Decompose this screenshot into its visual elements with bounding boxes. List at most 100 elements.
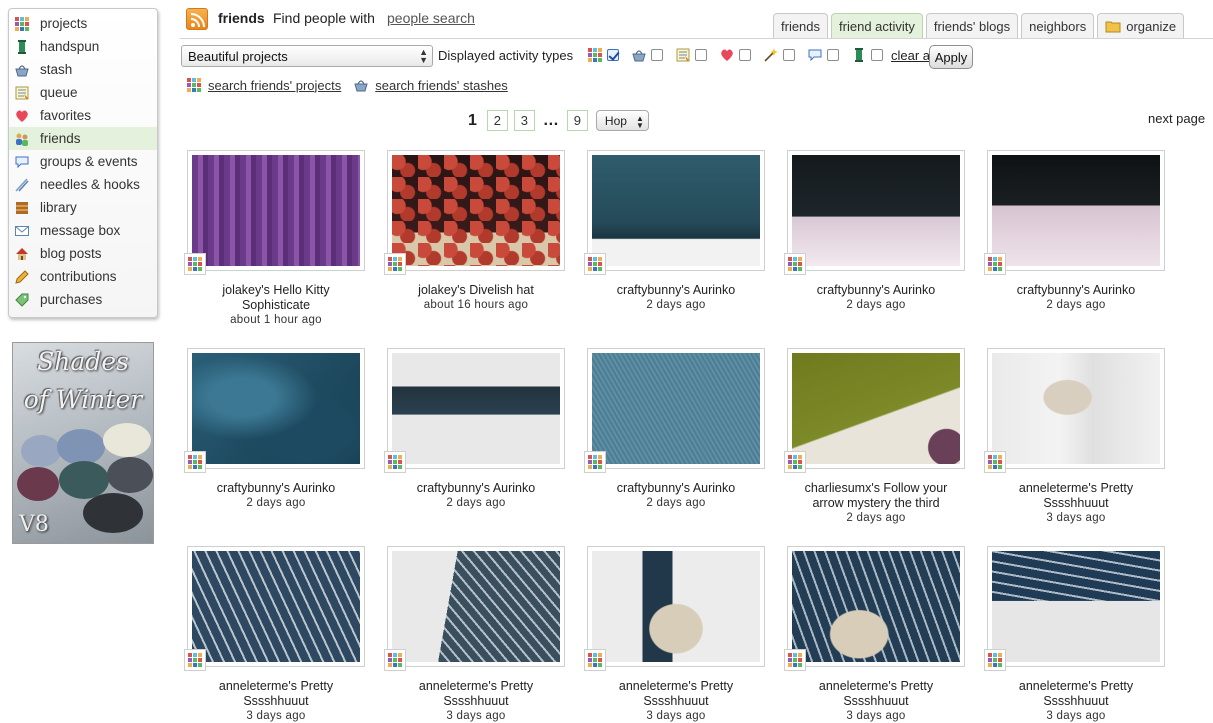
project-caption-link[interactable]: jolakey's Hello Kitty Sophisticate: [186, 283, 366, 313]
sidebar-item-library[interactable]: library: [9, 196, 157, 219]
banner-skein: [103, 423, 151, 457]
queue-icon: [14, 85, 30, 101]
project-caption-link[interactable]: craftybunny's Aurinko: [386, 481, 566, 496]
activity-type-checkbox[interactable]: [827, 49, 839, 61]
apply-button[interactable]: Apply: [929, 45, 973, 69]
activity-time: about 1 hour ago: [230, 314, 322, 326]
activity-time: 2 days ago: [646, 299, 706, 311]
sidebar-item-needles-hooks[interactable]: needles & hooks: [9, 173, 157, 196]
project-caption-link[interactable]: anneleterme's Pretty Sssshhuuut: [786, 679, 966, 709]
project-filter-select[interactable]: Beautiful projects ▲ ▼: [181, 45, 433, 67]
activity-type-checkbox[interactable]: [783, 49, 795, 61]
project-thumbnail[interactable]: [584, 150, 765, 275]
pagination: 1 2 3 … 9 Hop ▲ ▼: [468, 110, 649, 131]
hop-select[interactable]: Hop ▲ ▼: [595, 110, 649, 131]
people-search-link[interactable]: people search: [387, 10, 475, 26]
tab-label: friend activity: [839, 18, 915, 34]
project-thumbnail[interactable]: [784, 546, 965, 671]
project-thumbnail[interactable]: [184, 546, 365, 671]
tab-friends-blogs[interactable]: friends' blogs: [925, 13, 1019, 38]
sidebar-item-groups-events[interactable]: groups & events: [9, 150, 157, 173]
project-caption-link[interactable]: jolakey's Divelish hat: [386, 283, 566, 298]
activity-type-checkbox[interactable]: [651, 49, 663, 61]
project-caption-link[interactable]: anneleterme's Pretty Sssshhuuut: [986, 481, 1166, 511]
project-photo: [992, 551, 1160, 662]
project-caption-link[interactable]: anneleterme's Pretty Sssshhuuut: [986, 679, 1166, 709]
project-caption-link[interactable]: anneleterme's Pretty Sssshhuuut: [386, 679, 566, 709]
project-caption-link[interactable]: craftybunny's Aurinko: [986, 283, 1166, 298]
find-people-text: Find people with: [273, 10, 375, 26]
sidebar-item-message-box[interactable]: message box: [9, 219, 157, 242]
pager-ellipsis: …: [542, 111, 559, 129]
project-caption-link[interactable]: charliesumx's Follow your arrow mystery …: [786, 481, 966, 511]
project-thumbnail[interactable]: [384, 150, 565, 275]
sidebar-item-blog-posts[interactable]: blog posts: [9, 242, 157, 265]
projects-icon: [384, 451, 406, 473]
project-caption-link[interactable]: craftybunny's Aurinko: [586, 283, 766, 298]
next-page-link[interactable]: next page: [1148, 111, 1205, 126]
project-caption-link[interactable]: craftybunny's Aurinko: [186, 481, 366, 496]
sidebar-item-label: library: [40, 200, 77, 215]
activity-type-checkbox[interactable]: [739, 49, 751, 61]
projects-icon: [184, 253, 206, 275]
rss-feed-icon[interactable]: [186, 8, 208, 30]
project-thumbnail[interactable]: [384, 348, 565, 473]
project-caption-link[interactable]: craftybunny's Aurinko: [786, 283, 966, 298]
search-link[interactable]: search friends' stashes: [375, 78, 508, 93]
project-photo: [592, 353, 760, 464]
activity-type-checkbox[interactable]: [871, 49, 883, 61]
sidebar-item-queue[interactable]: queue: [9, 81, 157, 104]
page-link-3[interactable]: 3: [513, 110, 535, 131]
project-caption-link[interactable]: anneleterme's Pretty Sssshhuuut: [586, 679, 766, 709]
activity-card: craftybunny's Aurinko 2 days ago: [984, 150, 1166, 312]
project-thumbnail[interactable]: [984, 546, 1165, 671]
projects-icon: [984, 451, 1006, 473]
project-thumbnail[interactable]: [984, 150, 1165, 275]
banner-skein: [57, 429, 105, 465]
projects-icon: [584, 253, 606, 275]
sidebar-item-friends[interactable]: friends: [9, 127, 157, 150]
activity-card: jolakey's Divelish hat about 16 hours ago: [384, 150, 566, 312]
shades-of-winter-banner[interactable]: Shades of Winter V8: [12, 342, 154, 544]
project-thumbnail[interactable]: [184, 348, 365, 473]
sidebar-item-label: blog posts: [40, 246, 102, 261]
project-photo: [192, 155, 360, 266]
sidebar-item-label: friends: [40, 131, 81, 146]
sidebar-item-stash[interactable]: stash: [9, 58, 157, 81]
project-caption-link[interactable]: anneleterme's Pretty Sssshhuuut: [186, 679, 366, 709]
sidebar-item-purchases[interactable]: purchases: [9, 288, 157, 311]
page-link-last[interactable]: 9: [566, 110, 588, 131]
tab-neighbors[interactable]: neighbors: [1021, 13, 1095, 38]
tab-friends[interactable]: friends: [773, 13, 829, 38]
activity-card: anneleterme's Pretty Sssshhuuut 3 days ag…: [384, 546, 566, 723]
banner-mark: V8: [19, 512, 49, 537]
sidebar-item-handspun[interactable]: handspun: [9, 35, 157, 58]
sidebar-item-contributions[interactable]: contributions: [9, 265, 157, 288]
activity-type-checkbox[interactable]: [695, 49, 707, 61]
activity-time: 2 days ago: [846, 512, 906, 524]
activity-types-label: Displayed activity types: [438, 48, 574, 63]
sidebar-item-favorites[interactable]: favorites: [9, 104, 157, 127]
tab-friend-activity[interactable]: friend activity: [831, 13, 923, 38]
spindle-icon: [851, 47, 867, 63]
project-thumbnail[interactable]: [784, 348, 965, 473]
project-photo: [992, 155, 1160, 266]
tab-label: friends: [781, 18, 821, 34]
sidebar-item-projects[interactable]: projects: [9, 12, 157, 35]
activity-type-checkbox[interactable]: [607, 49, 619, 61]
needles-icon: [14, 177, 30, 193]
search-link[interactable]: search friends' projects: [208, 78, 341, 93]
tab-organize[interactable]: organize: [1097, 13, 1185, 38]
banner-skein: [107, 457, 153, 493]
project-thumbnail[interactable]: [384, 546, 565, 671]
project-thumbnail[interactable]: [984, 348, 1165, 473]
banner-skein: [83, 493, 143, 533]
select-value: Beautiful projects: [188, 49, 288, 64]
search-links: search friends' projects search friends' …: [186, 77, 508, 93]
page-link-2[interactable]: 2: [486, 110, 508, 131]
project-thumbnail[interactable]: [784, 150, 965, 275]
project-thumbnail[interactable]: [584, 546, 765, 671]
project-thumbnail[interactable]: [584, 348, 765, 473]
project-caption-link[interactable]: craftybunny's Aurinko: [586, 481, 766, 496]
project-thumbnail[interactable]: [184, 150, 365, 275]
